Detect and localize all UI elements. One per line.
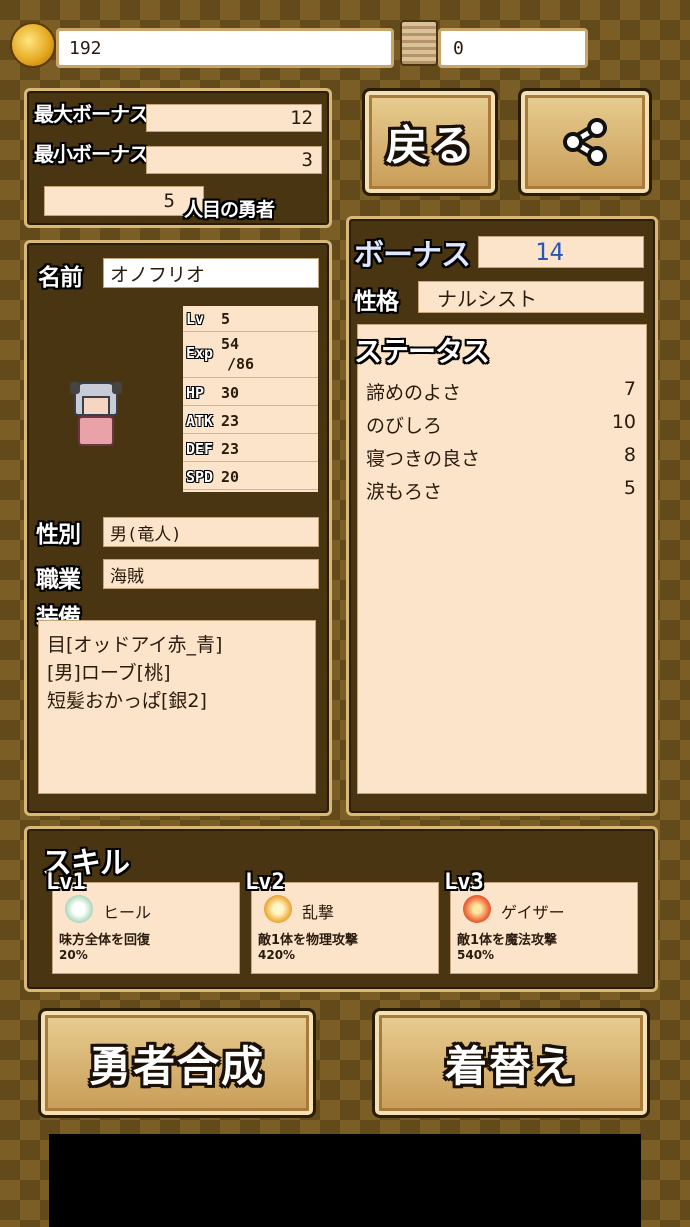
skill-desc: 敵1体を物理攻撃 <box>258 933 359 948</box>
job-label: 職業 <box>36 567 81 593</box>
ticket-icon <box>400 20 438 66</box>
personality-field: ナルシスト <box>418 281 644 313</box>
name-field: オノフリオ <box>103 258 319 288</box>
skill-name: ヒール <box>103 903 152 922</box>
stat-value: 30 <box>221 383 240 402</box>
equipment-list: 目[オッドアイ赤_青] [男]ローブ[桃] 短髪おかっぱ[銀2] <box>38 620 316 794</box>
hero-name: オノフリオ <box>110 263 206 286</box>
stat-def: DEF 23 <box>183 436 318 462</box>
bonus-field: 14 <box>478 236 644 268</box>
status-value: 7 <box>623 378 636 400</box>
skill-power: 20% <box>59 948 88 962</box>
min-bonus-label: 最小ボーナス <box>34 142 149 166</box>
stat-key: DEF <box>186 439 214 458</box>
stat-value: 23 <box>221 411 240 430</box>
status-label: ステータス <box>354 335 490 368</box>
hero-count-value: 5 <box>163 190 175 212</box>
equipment-item: [男]ローブ[桃] <box>47 662 171 684</box>
personality-value: ナルシスト <box>437 286 537 311</box>
skill-name: ゲイザー <box>501 903 565 922</box>
hero-synthesis-button[interactable]: 勇者合成 <box>38 1008 316 1118</box>
stat-key: SPD <box>186 467 214 486</box>
stat-key: ATK <box>186 411 214 430</box>
heal-icon <box>65 895 93 923</box>
status-name: 諦めのよさ <box>366 382 462 404</box>
personality-label: 性格 <box>354 289 399 315</box>
status-value: 10 <box>611 411 636 433</box>
min-bonus-field: 3 <box>146 146 322 174</box>
fire-icon <box>463 895 491 923</box>
hero-job: 海賊 <box>110 566 144 587</box>
bonus-label: ボーナス <box>354 238 471 273</box>
coin-counter: 192 <box>56 28 394 68</box>
share-button[interactable] <box>518 88 652 196</box>
status-row: 寝つきの良さ 8 <box>366 444 636 471</box>
skill-name: 乱撃 <box>302 903 335 922</box>
equipment-item: 目[オッドアイ赤_青] <box>47 634 223 656</box>
stat-spd: SPD 20 <box>183 464 318 490</box>
dress-up-label: 着替え <box>444 1041 577 1091</box>
max-bonus-field: 12 <box>146 104 322 132</box>
status-row: のびしろ 10 <box>366 411 636 438</box>
status-name: 涙もろさ <box>366 481 443 503</box>
stat-atk: ATK 23 <box>183 408 318 434</box>
ticket-count: 0 <box>453 37 464 59</box>
dress-up-button[interactable]: 着替え <box>372 1008 650 1118</box>
skill-power: 420% <box>258 948 296 962</box>
name-label: 名前 <box>38 265 83 291</box>
skill-level: Lv1 <box>46 870 86 895</box>
gender-label: 性別 <box>36 522 81 548</box>
job-field: 海賊 <box>103 559 319 589</box>
stat-value: 5 <box>221 309 231 328</box>
stat-key: Exp <box>186 344 214 362</box>
status-name: のびしろ <box>366 415 443 437</box>
hero-count-label: 人目の勇者 <box>184 199 275 221</box>
stat-hp: HP 30 <box>183 380 318 406</box>
bonus-value: 14 <box>535 238 564 266</box>
min-bonus-value: 3 <box>301 149 313 171</box>
back-button[interactable]: 戻る <box>362 88 498 196</box>
stat-lv: Lv 5 <box>183 306 318 332</box>
skill-card-1[interactable]: ヒール 味方全体を回復 20% <box>52 882 240 974</box>
stat-key: Lv <box>186 309 205 328</box>
share-icon <box>563 118 607 166</box>
status-value: 8 <box>623 444 636 466</box>
skill-card-2[interactable]: 乱撃 敵1体を物理攻撃 420% <box>251 882 439 974</box>
hero-synthesis-label: 勇者合成 <box>88 1041 265 1091</box>
skill-power: 540% <box>457 948 495 962</box>
back-button-label: 戻る <box>385 120 474 170</box>
stat-value: 23 <box>221 439 240 458</box>
coin-icon <box>10 22 56 68</box>
exp-next: /86 <box>227 355 255 373</box>
ad-banner[interactable] <box>49 1134 641 1227</box>
status-row: 涙もろさ 5 <box>366 477 636 504</box>
coin-count: 192 <box>69 37 102 59</box>
hero-count-field: 5 <box>44 186 204 216</box>
stat-key: HP <box>186 383 205 402</box>
slash-icon <box>264 895 292 923</box>
gender-field: 男(竜人) <box>103 517 319 547</box>
max-bonus-label: 最大ボーナス <box>34 102 149 126</box>
stat-exp: Exp 54 /86 <box>183 332 318 378</box>
status-name: 寝つきの良さ <box>366 448 481 470</box>
hero-gender: 男(竜人) <box>110 524 182 545</box>
exp-current: 54 <box>221 335 240 353</box>
skill-desc: 敵1体を魔法攻撃 <box>457 933 558 948</box>
skill-level: Lv3 <box>444 870 484 895</box>
equipment-item: 短髪おかっぱ[銀2] <box>47 690 207 712</box>
status-row: 諦めのよさ 7 <box>366 378 636 405</box>
skill-desc: 味方全体を回復 <box>59 933 151 948</box>
ticket-counter: 0 <box>438 28 588 68</box>
skill-level: Lv2 <box>245 870 285 895</box>
stat-value: 20 <box>221 467 240 486</box>
skill-card-3[interactable]: ゲイザー 敵1体を魔法攻撃 540% <box>450 882 638 974</box>
max-bonus-value: 12 <box>290 107 313 129</box>
hero-sprite <box>66 382 126 448</box>
status-value: 5 <box>623 477 636 499</box>
